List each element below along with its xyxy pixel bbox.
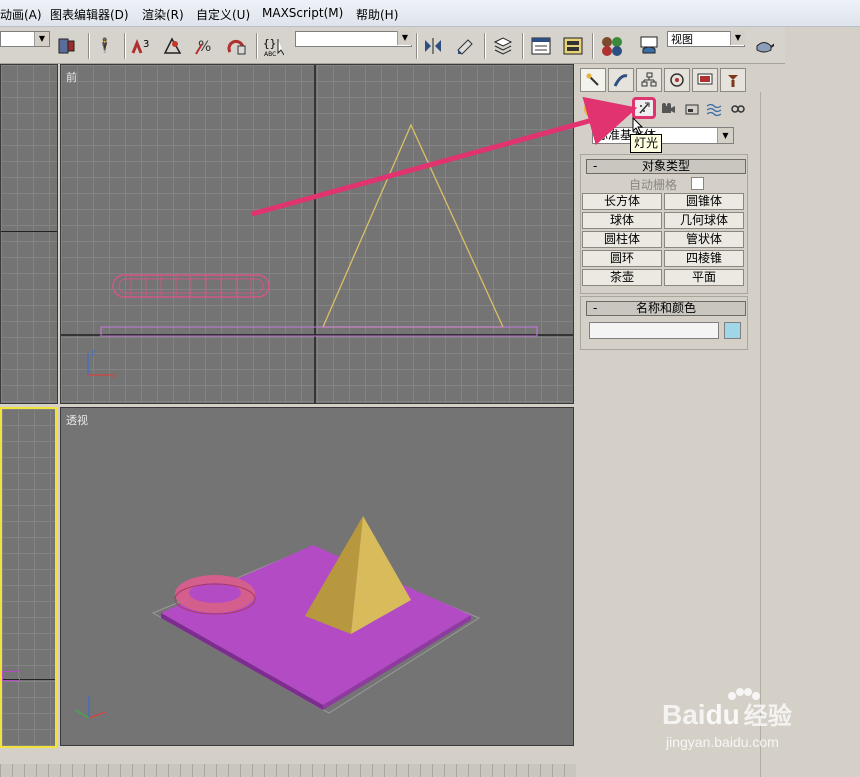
snap-toggle-icon[interactable]: 3 — [130, 35, 152, 57]
autogrid-checkbox[interactable] — [691, 177, 704, 190]
schematic-view-icon[interactable] — [562, 35, 584, 57]
helpers-icon[interactable] — [682, 100, 702, 118]
main-toolbar: ▼ 🕴 3 % {} ABC ▼ 视图 ▼ — [0, 27, 785, 64]
tube-button[interactable]: 管状体 — [664, 231, 744, 248]
object-color-swatch[interactable] — [724, 322, 741, 339]
object-name-input[interactable] — [589, 322, 719, 339]
viewport-perspective[interactable]: 透视 — [60, 407, 574, 746]
geosphere-button[interactable]: 几何球体 — [664, 212, 744, 229]
svg-text:x: x — [112, 371, 117, 380]
right-empty-top — [760, 64, 860, 92]
time-slider-track[interactable] — [0, 764, 576, 777]
autogrid-label: 自动栅格 — [629, 178, 678, 192]
name-color-rollout-header[interactable]: -对象类型名称和颜色 — [586, 301, 746, 316]
torus-front — [112, 274, 270, 298]
menu-rendering[interactable]: 渲染(R) — [142, 6, 184, 23]
command-panel: 灯光 标准基本体 ▼ - 对象类型 自动栅格 长方体 圆锥体 球体 几何球体 圆柱… — [576, 64, 756, 777]
axis-tripod-icon — [74, 696, 107, 719]
pyramid-front — [322, 123, 505, 328]
svg-text:3: 3 — [143, 39, 149, 50]
menu-animation[interactable]: 动画(A) — [0, 6, 42, 23]
angle-snap-icon[interactable] — [162, 35, 184, 57]
geometry-icon[interactable] — [584, 100, 604, 118]
display-tab-icon[interactable] — [692, 68, 718, 92]
viewport-top-left[interactable] — [0, 64, 58, 404]
right-empty-area — [760, 92, 860, 777]
chevron-down-icon: ▼ — [717, 128, 733, 143]
sphere-button[interactable]: 球体 — [582, 212, 662, 229]
svg-text:{}: {} — [263, 37, 276, 50]
chevron-down-icon: ▼ — [34, 32, 49, 46]
bind-icon[interactable]: 🕴 — [94, 35, 116, 57]
layer-manager-icon[interactable] — [492, 35, 514, 57]
selection-filter-combo[interactable]: ▼ — [0, 31, 50, 47]
space-warps-icon[interactable] — [704, 100, 724, 118]
menu-help[interactable]: 帮助(H) — [356, 6, 398, 23]
menu-graph-editors[interactable]: 图表编辑器(D) — [50, 6, 129, 23]
modify-tab-icon[interactable] — [608, 68, 634, 92]
named-selection-arrow[interactable]: ▼ — [396, 31, 412, 47]
menu-customize[interactable]: 自定义(U) — [196, 6, 250, 23]
axis-tripod-icon: z x — [87, 348, 117, 380]
shapes-icon[interactable] — [608, 100, 628, 118]
percent-snap-icon[interactable]: % — [194, 35, 216, 57]
render-view-arrow[interactable]: ▼ — [729, 31, 745, 47]
svg-text:z: z — [91, 348, 95, 357]
quick-render-teapot-icon[interactable] — [752, 35, 774, 57]
named-selection-icon[interactable]: {} ABC — [262, 35, 284, 57]
create-tab-icon[interactable] — [580, 68, 606, 92]
box-button[interactable]: 长方体 — [582, 193, 662, 210]
svg-text:ABC: ABC — [264, 51, 276, 57]
curve-editor-icon[interactable] — [530, 35, 552, 57]
systems-icon[interactable] — [728, 100, 748, 118]
plane-perspective — [161, 545, 471, 710]
mouse-cursor-icon — [632, 116, 644, 138]
object-type-rollout-header[interactable]: - 对象类型 — [586, 159, 746, 174]
pyramid-button[interactable]: 四棱锥 — [664, 250, 744, 267]
chevron-down-icon: ▼ — [397, 31, 412, 45]
torus-button[interactable]: 圆环 — [582, 250, 662, 267]
object-category-dropdown[interactable]: 标准基本体 ▼ — [592, 127, 734, 144]
mirror-icon[interactable] — [422, 35, 444, 57]
cylinder-button[interactable]: 圆柱体 — [582, 231, 662, 248]
hierarchy-tab-icon[interactable] — [636, 68, 662, 92]
cameras-icon[interactable] — [658, 100, 678, 118]
chevron-down-icon: ▼ — [730, 31, 745, 45]
align-icon[interactable] — [454, 35, 476, 57]
render-setup-icon[interactable] — [638, 35, 660, 57]
spinner-snap-icon[interactable] — [226, 35, 248, 57]
viewport-front[interactable]: 前 z x — [60, 64, 574, 404]
name-color-rollout: -对象类型名称和颜色 — [580, 296, 748, 350]
named-selection-combo[interactable] — [295, 31, 412, 47]
menu-bar: 动画(A) 图表编辑器(D) 渲染(R) 自定义(U) MAXScript(M)… — [0, 0, 860, 27]
select-region-icon[interactable] — [56, 35, 78, 57]
utilities-tab-icon[interactable] — [720, 68, 746, 92]
menu-maxscript[interactable]: MAXScript(M) — [262, 6, 343, 20]
plane-button[interactable]: 平面 — [664, 269, 744, 286]
object-type-rollout: - 对象类型 自动栅格 长方体 圆锥体 球体 几何球体 圆柱体 管状体 圆环 四棱… — [580, 154, 748, 294]
cone-button[interactable]: 圆锥体 — [664, 193, 744, 210]
material-editor-icon[interactable] — [600, 35, 622, 57]
viewport-left-active[interactable] — [0, 407, 57, 748]
teapot-button[interactable]: 茶壶 — [582, 269, 662, 286]
motion-tab-icon[interactable] — [664, 68, 690, 92]
lights-icon[interactable] — [632, 97, 656, 119]
